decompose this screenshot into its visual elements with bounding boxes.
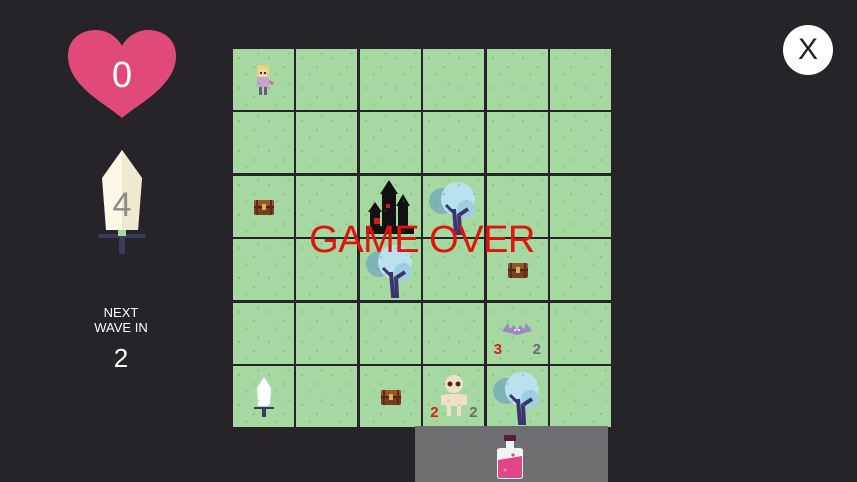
board-cell[interactable] <box>296 49 358 110</box>
board-cell[interactable] <box>423 302 485 364</box>
next-wave-label: NEXT WAVE IN <box>80 305 162 335</box>
lives-count: 0 <box>111 54 133 95</box>
board-cell[interactable] <box>296 366 358 427</box>
attack-sword: 4 <box>94 148 150 260</box>
bat-attack-stat: 3 <box>493 340 502 358</box>
board-cell[interactable] <box>296 112 358 174</box>
board-cell[interactable] <box>550 49 611 110</box>
board-cell[interactable] <box>486 112 548 174</box>
game-over-message: GAME OVER <box>309 219 535 261</box>
skeleton-attack-stat: 2 <box>430 404 439 421</box>
board-cell[interactable]: 32 <box>486 302 548 364</box>
board-cell[interactable] <box>233 366 294 427</box>
bat-icon <box>500 321 534 342</box>
board-cell[interactable] <box>550 366 611 427</box>
board-cell[interactable] <box>359 302 421 364</box>
board-cell[interactable] <box>550 112 611 174</box>
attack-value: 4 <box>112 186 132 224</box>
board-cell[interactable] <box>423 112 485 174</box>
bat-hp-stat: 2 <box>532 340 541 358</box>
skeleton-hp-stat: 2 <box>469 404 478 421</box>
board-cell[interactable] <box>359 49 421 110</box>
sword-pickup-icon <box>252 376 276 423</box>
board-cell[interactable] <box>550 302 611 364</box>
board-cell[interactable] <box>423 49 485 110</box>
board-cell[interactable] <box>486 49 548 110</box>
board-cell[interactable]: 22 <box>423 366 485 427</box>
health-potion-icon[interactable] <box>493 434 527 480</box>
board-cell[interactable] <box>486 366 548 430</box>
board-cell[interactable] <box>359 112 421 174</box>
lives-heart: 0 <box>66 28 178 120</box>
skeleton-icon <box>439 374 469 423</box>
close-button[interactable]: X <box>783 25 833 75</box>
next-wave-label-line2: WAVE IN <box>94 320 148 335</box>
treasure-chest-icon <box>253 198 275 221</box>
inventory-tray <box>415 426 608 482</box>
next-wave-countdown: 2 <box>113 343 129 373</box>
treasure-chest-icon <box>380 388 402 411</box>
tree-icon <box>490 369 546 430</box>
board-cell[interactable] <box>296 302 358 364</box>
board-cell[interactable] <box>233 302 294 364</box>
board-cell[interactable] <box>233 112 294 174</box>
hero-icon <box>251 63 275 102</box>
treasure-chest-icon <box>507 261 529 284</box>
board-cell[interactable] <box>359 366 421 427</box>
board-cell[interactable] <box>233 49 294 110</box>
next-wave-label-line1: NEXT <box>103 305 139 320</box>
